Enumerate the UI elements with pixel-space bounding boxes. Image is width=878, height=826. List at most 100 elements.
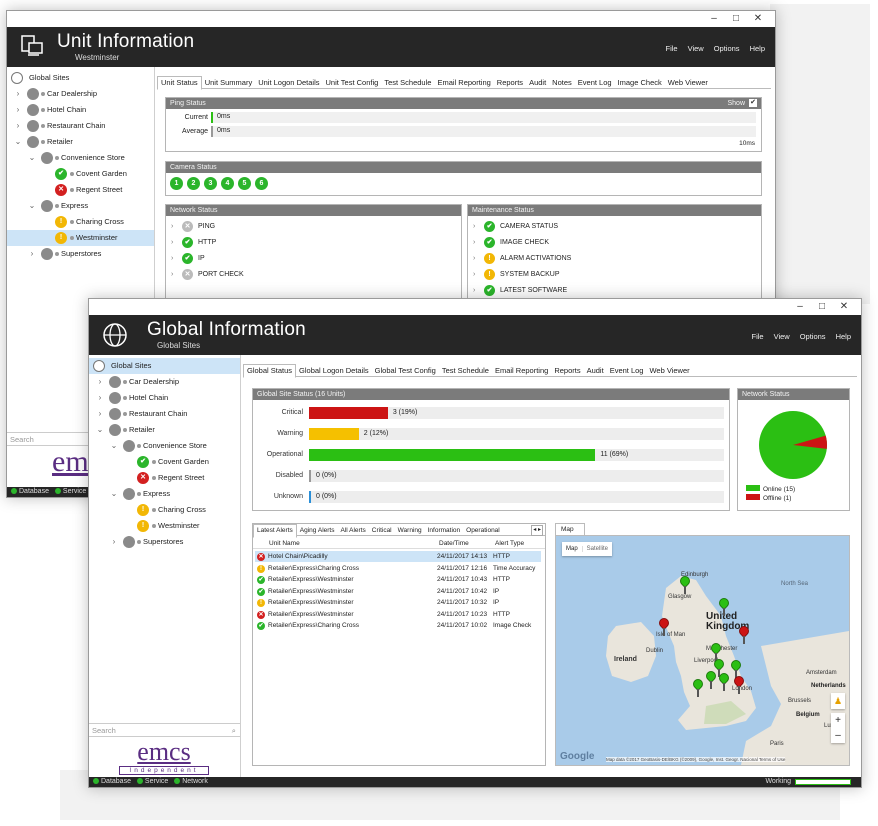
zoom-in-button[interactable]: + xyxy=(831,713,845,728)
alert-tab-operational[interactable]: Operational xyxy=(463,525,503,537)
tree-item-express[interactable]: ⌄ Express xyxy=(7,198,154,214)
map-tab[interactable]: Map xyxy=(555,523,585,535)
status-item-system-backup[interactable]: ›! SYSTEM BACKUP xyxy=(468,267,761,282)
camera-6-indicator[interactable]: 6 xyxy=(255,177,268,190)
tab-web-viewer[interactable]: Web Viewer xyxy=(646,365,692,377)
tree-item-covent-garden[interactable]: ✔ Covent Garden xyxy=(7,166,154,182)
minimize-button[interactable]: – xyxy=(703,11,725,27)
menu-view[interactable]: View xyxy=(688,44,704,53)
menu-options[interactable]: Options xyxy=(714,44,740,53)
chevron-right-icon[interactable]: › xyxy=(473,283,475,298)
tree-item-convenience-store[interactable]: ⌄ Convenience Store xyxy=(7,150,154,166)
column-date-time[interactable]: Date/Time xyxy=(439,538,469,549)
tree-item-global-sites[interactable]: Global Sites xyxy=(7,70,154,86)
menu-file[interactable]: File xyxy=(751,332,763,341)
tab-global-status[interactable]: Global Status xyxy=(243,364,297,378)
tab-scroll-arrows[interactable]: ◂ ▸ xyxy=(531,525,543,536)
tab-notes[interactable]: Notes xyxy=(549,77,575,89)
chevron-right-icon[interactable]: › xyxy=(109,534,119,550)
chevron-right-icon[interactable]: › xyxy=(171,235,173,250)
chevron-down-icon[interactable]: ⌄ xyxy=(109,486,119,502)
tab-unit-logon-details[interactable]: Unit Logon Details xyxy=(255,77,322,89)
tree-item-superstores[interactable]: › Superstores xyxy=(89,534,240,550)
alert-row[interactable]: ✔ Retailer\Express\Westminster 24/11/2017 … xyxy=(255,586,541,597)
tab-unit-test-config[interactable]: Unit Test Config xyxy=(323,77,382,89)
tab-web-viewer[interactable]: Web Viewer xyxy=(665,77,711,89)
pegman-icon[interactable]: ♟ xyxy=(831,693,845,709)
alert-row[interactable]: ✕ Retailer\Express\Westminster 24/11/2017 … xyxy=(255,609,541,620)
tab-reports[interactable]: Reports xyxy=(551,365,583,377)
status-item-port-check[interactable]: › ✕ PORT CHECK xyxy=(166,267,461,282)
tab-event-log[interactable]: Event Log xyxy=(575,77,615,89)
tab-global-test-config[interactable]: Global Test Config xyxy=(372,365,439,377)
chevron-right-icon[interactable]: › xyxy=(95,390,105,406)
chevron-right-icon[interactable]: › xyxy=(27,246,37,262)
chevron-right-icon[interactable]: › xyxy=(13,102,23,118)
search-input[interactable]: Search ⌕ xyxy=(89,723,240,737)
alert-row[interactable]: ! Retailer\Express\Charing Cross 24/11/201… xyxy=(255,563,541,574)
chevron-down-icon[interactable]: ⌄ xyxy=(27,198,37,214)
tree-item-charing-cross[interactable]: ! Charing Cross xyxy=(89,502,240,518)
tree-item-retailer[interactable]: ⌄ Retailer xyxy=(7,134,154,150)
satellite-button[interactable]: Satellite xyxy=(583,546,612,552)
chevron-down-icon[interactable]: ⌄ xyxy=(109,438,119,454)
tree-item-westminster[interactable]: ! Westminster xyxy=(89,518,240,534)
menu-help[interactable]: Help xyxy=(750,44,765,53)
camera-4-indicator[interactable]: 4 xyxy=(221,177,234,190)
column-alert-type[interactable]: Alert Type xyxy=(495,538,524,549)
tab-unit-summary[interactable]: Unit Summary xyxy=(202,77,256,89)
camera-3-indicator[interactable]: 3 xyxy=(204,177,217,190)
tree-item-restaurant-chain[interactable]: › Restaurant Chain xyxy=(89,406,240,422)
minimize-button[interactable]: – xyxy=(789,299,811,315)
chevron-down-icon[interactable]: ⌄ xyxy=(95,422,105,438)
tab-audit[interactable]: Audit xyxy=(526,77,549,89)
tab-unit-status[interactable]: Unit Status xyxy=(157,76,202,90)
chevron-right-icon[interactable]: › xyxy=(13,86,23,102)
tree-item-restaurant-chain[interactable]: › Restaurant Chain xyxy=(7,118,154,134)
status-item-image-check[interactable]: › ✔ IMAGE CHECK xyxy=(468,235,761,250)
chevron-right-icon[interactable]: › xyxy=(473,235,475,250)
maximize-button[interactable]: □ xyxy=(725,11,747,27)
show-checkbox[interactable]: ✔ xyxy=(749,99,757,107)
chevron-right-icon[interactable]: › xyxy=(473,251,475,266)
tab-event-log[interactable]: Event Log xyxy=(607,365,647,377)
alert-tab-all-alerts[interactable]: All Alerts xyxy=(337,525,368,537)
alert-tab-warning[interactable]: Warning xyxy=(395,525,425,537)
chevron-down-icon[interactable]: ⌄ xyxy=(13,134,23,150)
tree-item-express[interactable]: ⌄ Express xyxy=(89,486,240,502)
tab-email-reporting[interactable]: Email Reporting xyxy=(434,77,493,89)
maximize-button[interactable]: □ xyxy=(811,299,833,315)
tab-reports[interactable]: Reports xyxy=(494,77,526,89)
zoom-out-button[interactable]: – xyxy=(831,728,845,743)
alert-tab-aging-alerts[interactable]: Aging Alerts xyxy=(297,525,338,537)
camera-1-indicator[interactable]: 1 xyxy=(170,177,183,190)
camera-2-indicator[interactable]: 2 xyxy=(187,177,200,190)
alert-tab-information[interactable]: Information xyxy=(425,525,464,537)
chevron-right-icon[interactable]: › xyxy=(95,406,105,422)
menu-options[interactable]: Options xyxy=(800,332,826,341)
chevron-down-icon[interactable]: ⌄ xyxy=(27,150,37,166)
alert-tab-critical[interactable]: Critical xyxy=(369,525,395,537)
tree-item-car-dealership[interactable]: › Car Dealership xyxy=(89,374,240,390)
tree-item-charing-cross[interactable]: ! Charing Cross xyxy=(7,214,154,230)
menu-view[interactable]: View xyxy=(774,332,790,341)
tab-test-schedule[interactable]: Test Schedule xyxy=(381,77,434,89)
chevron-right-icon[interactable]: › xyxy=(473,219,475,234)
map-view[interactable]: Map Satellite Edinburgh Glasgow United King… xyxy=(555,535,850,766)
tree-item-car-dealership[interactable]: › Car Dealership xyxy=(7,86,154,102)
tree-item-regent-street[interactable]: ✕ Regent Street xyxy=(89,470,240,486)
tree-item-regent-street[interactable]: ✕ Regent Street xyxy=(7,182,154,198)
status-item-ip[interactable]: › ✔ IP xyxy=(166,251,461,266)
tab-audit[interactable]: Audit xyxy=(584,365,607,377)
alert-tab-latest-alerts[interactable]: Latest Alerts xyxy=(253,524,297,538)
tree-item-retailer[interactable]: ⌄ Retailer xyxy=(89,422,240,438)
close-button[interactable]: ✕ xyxy=(747,11,769,27)
tree-item-global-sites[interactable]: Global Sites xyxy=(89,358,240,374)
chevron-right-icon[interactable]: › xyxy=(171,267,173,282)
alert-row[interactable]: ✔ Retailer\Express\Charing Cross 24/11/201… xyxy=(255,620,541,631)
chevron-right-icon[interactable]: › xyxy=(171,251,173,266)
map-button[interactable]: Map xyxy=(562,546,583,552)
status-item-latest-software[interactable]: › ✔ LATEST SOFTWARE xyxy=(468,283,761,298)
status-item-ping[interactable]: › ✕ PING xyxy=(166,219,461,234)
chevron-right-icon[interactable]: › xyxy=(13,118,23,134)
